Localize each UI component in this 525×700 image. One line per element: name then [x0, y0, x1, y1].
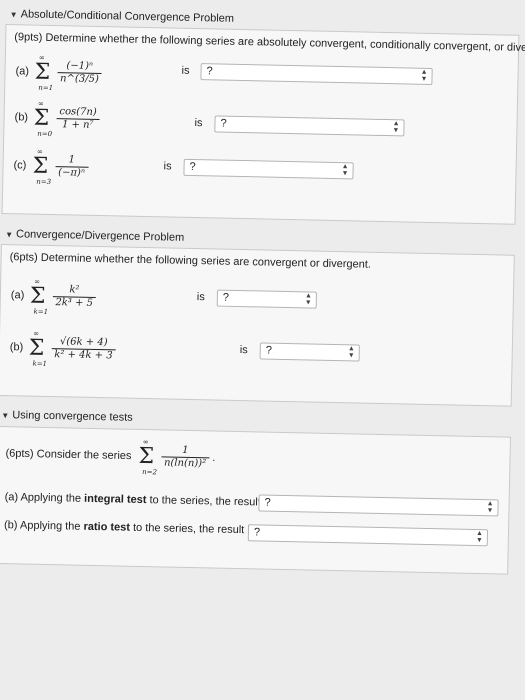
answer-select-a[interactable]: ? ▲ ▼ — [200, 63, 433, 85]
abs-cond-panel: (9pts) Determine whether the following s… — [1, 24, 525, 225]
section-header-conv-div[interactable]: ▼ Convergence/Divergence Problem — [5, 228, 184, 244]
integral-test-select[interactable]: ? ▲ ▼ — [258, 494, 499, 517]
collapse-triangle-icon[interactable]: ▼ — [10, 10, 18, 19]
part-b-text: (b) Applying the ratio test to the serie… — [3, 519, 259, 537]
section-title: Absolute/Conditional Convergence Problem — [20, 8, 235, 25]
series-term: (−1)ⁿ n^(3/5) — [57, 60, 103, 86]
answer-select-b[interactable]: ? ▲ ▼ — [259, 342, 360, 362]
section-title: Convergence/Divergence Problem — [15, 228, 185, 244]
chevron-updown-icon: ▲ ▼ — [486, 500, 494, 515]
series-row-a: (a) Σ ∞ k=1 k² 2k³ + 5 — [10, 277, 97, 316]
problem-prompt: (6pts) Consider the series — [5, 447, 132, 463]
chevron-updown-icon: ▲ ▼ — [304, 292, 312, 307]
is-label: is — [163, 160, 172, 173]
series-term: 1 n(ln(n))² — [161, 444, 210, 470]
answer-select-b[interactable]: ? ▲ ▼ — [214, 115, 405, 137]
tests-panel: (6pts) Consider the series Σ ∞ n=2 1 n(ln(n… — [0, 425, 512, 575]
item-label: (a) — [10, 289, 25, 302]
problem-prompt: (9pts) Determine whether the following s… — [14, 31, 525, 55]
is-label: is — [239, 344, 248, 357]
item-label: (c) — [13, 159, 27, 172]
sigma-symbol: Σ ∞ k=1 — [29, 277, 49, 316]
item-label: (b) — [14, 111, 29, 124]
collapse-triangle-icon[interactable]: ▼ — [5, 230, 13, 239]
part-a-text: (a) Applying the integral test to the se… — [4, 491, 275, 509]
sigma-symbol: Σ ∞ k=1 — [28, 329, 48, 368]
answer-select-a[interactable]: ? ▲ ▼ — [216, 289, 318, 309]
answer-select-c[interactable]: ? ▲ ▼ — [183, 158, 354, 180]
is-label: is — [194, 117, 203, 130]
series-row-a: (a) Σ ∞ n=1 (−1)ⁿ n^(3/5) — [15, 53, 103, 92]
is-label: is — [181, 64, 190, 77]
series-term: k² 2k³ + 5 — [52, 284, 97, 310]
series-term: 1 (−π)ⁿ — [55, 154, 89, 180]
series-row-b: (b) Σ ∞ n=0 cos(7n) 1 + n⁷ — [14, 99, 100, 138]
conv-div-panel: (6pts) Determine whether the following s… — [0, 243, 515, 407]
is-label: is — [196, 291, 205, 304]
section-title: Using convergence tests — [12, 409, 133, 424]
sigma-symbol: Σ ∞ n=2 — [138, 437, 158, 476]
section-header-tests[interactable]: ▼ Using convergence tests — [1, 409, 133, 424]
page: ▼ Absolute/Conditional Convergence Proble… — [0, 0, 525, 700]
item-label: (a) — [15, 65, 30, 78]
chevron-updown-icon: ▲ ▼ — [341, 163, 349, 178]
series-term: √(6k + 4) k² + 4k + 3 — [51, 336, 117, 362]
series-term: cos(7n) 1 + n⁷ — [56, 106, 100, 132]
series-suffix: . — [212, 451, 216, 464]
sigma-symbol: Σ ∞ n=1 — [34, 53, 54, 92]
sigma-symbol: Σ ∞ n=0 — [33, 99, 53, 138]
chevron-updown-icon: ▲ ▼ — [392, 120, 400, 135]
collapse-triangle-icon[interactable]: ▼ — [1, 411, 9, 420]
problem-prompt: (6pts) Determine whether the following s… — [9, 251, 372, 271]
series-row-b: (b) Σ ∞ k=1 √(6k + 4) k² + 4k + 3 — [9, 329, 117, 368]
chevron-updown-icon: ▲ ▼ — [475, 530, 484, 545]
chevron-updown-icon: ▲ ▼ — [420, 68, 428, 83]
ratio-test-select[interactable]: ? ▲ ▼ — [247, 524, 489, 547]
series-row-c: (c) Σ ∞ n=3 1 (−π)ⁿ — [13, 147, 89, 186]
problem-sheet: ▼ Absolute/Conditional Convergence Proble… — [0, 2, 525, 700]
problem-prompt-row: (6pts) Consider the series Σ ∞ n=2 1 n(ln(n… — [5, 437, 216, 476]
section-header-abs-cond[interactable]: ▼ Absolute/Conditional Convergence Proble… — [10, 8, 235, 25]
item-label: (b) — [9, 341, 24, 354]
chevron-updown-icon: ▲ ▼ — [347, 345, 355, 360]
sigma-symbol: Σ ∞ n=3 — [32, 147, 52, 186]
